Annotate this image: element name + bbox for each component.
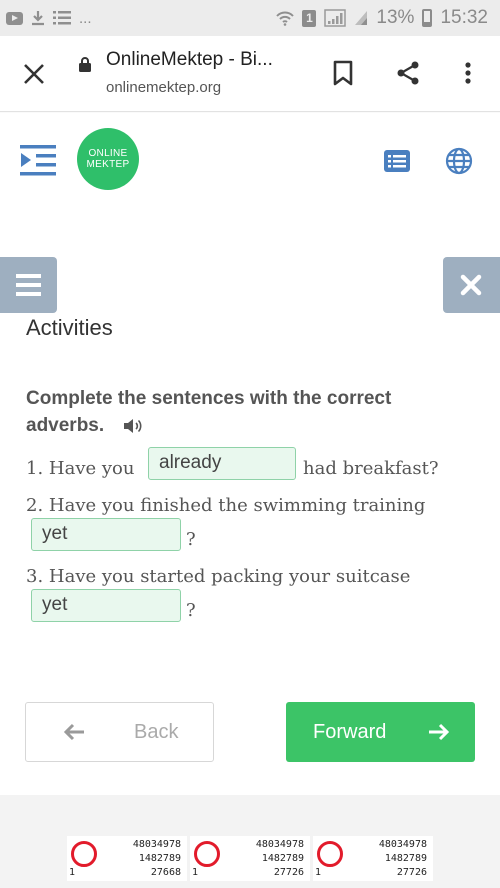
more-notifications: ... [79,9,92,27]
answer-field-1[interactable]: already [148,447,296,480]
menu-button[interactable] [0,257,57,313]
counter-line-2: 1482789 [384,853,427,864]
sim-badge: 1 [302,9,317,27]
ring-icon [71,841,97,867]
browser-toolbar: OnlineMektep - Bi... onlinemektep.org [0,36,500,112]
footer-counter-1: 48034978 1482789 27668 1 [67,836,187,881]
counter-line-2: 1482789 [138,853,181,864]
footer-counter-2: 48034978 1482789 27726 1 [190,836,310,881]
menu-indent-icon[interactable] [20,143,56,177]
counter-line-1: 48034978 [378,839,427,850]
list-view-icon[interactable] [382,146,412,176]
section-heading: Activities [26,315,113,340]
status-left: ... [6,7,92,29]
share-icon[interactable] [393,58,423,88]
answer-field-2[interactable]: yet [31,518,181,551]
counter-line-3: 27726 [396,867,427,878]
back-button[interactable]: Back [25,702,214,762]
counter-line-1: 48034978 [255,839,304,850]
download-icon [32,11,44,26]
counter-prefix: 1 [69,867,76,878]
clock: 15:32 [440,7,488,28]
ring-icon [194,841,220,867]
lock-icon [79,57,91,72]
counter-line-3: 27726 [273,867,304,878]
counter-line-2: 1482789 [261,853,304,864]
question-1-suffix: had breakfast? [303,458,439,479]
question-3-prefix: 3. Have you started packing your suitcas… [26,566,411,587]
forward-button[interactable]: Forward [286,702,475,762]
status-bar: ... 1 13% 15:32 [0,0,500,36]
url-host[interactable]: onlinemektep.org [106,79,221,96]
status-right: 1 13% 15:32 [276,6,488,30]
site-header: ONLINE MEKTEP [0,113,500,205]
arrow-left-icon [63,723,84,741]
question-3-suffix: ? [186,600,196,621]
question-1-prefix: 1. Have you [26,458,135,479]
signal-2-icon [355,11,368,25]
close-panel-button[interactable] [443,257,500,313]
answer-field-3[interactable]: yet [31,589,181,622]
question-2-suffix: ? [186,529,196,550]
list-icon [53,11,71,25]
logo[interactable]: ONLINE MEKTEP [77,128,139,190]
instruction-text: Complete the sentences with the correct … [26,388,392,436]
speaker-icon[interactable] [123,418,143,434]
battery-icon [422,9,433,27]
counter-prefix: 1 [192,867,199,878]
footer-counter-3: 48034978 1482789 27726 1 [313,836,433,881]
wifi-icon [276,11,295,26]
page-title[interactable]: OnlineMektep - Bi... [106,49,273,71]
close-icon [460,274,482,296]
logo-line-2: MEKTEP [86,159,130,170]
battery-percent: 13% [376,7,415,28]
counter-prefix: 1 [315,867,322,878]
ring-icon [317,841,343,867]
close-icon[interactable] [20,60,48,88]
question-2-prefix: 2. Have you finished the swimming traini… [26,495,426,516]
logo-line-1: ONLINE [88,148,128,159]
bookmark-icon[interactable] [328,58,358,88]
signal-icon [324,9,347,27]
back-label: Back [134,720,179,743]
globe-icon[interactable] [444,146,474,176]
instruction: Complete the sentences with the correct … [26,385,466,439]
counter-line-1: 48034978 [132,839,181,850]
youtube-icon [6,11,23,25]
counter-line-3: 27668 [150,867,181,878]
hamburger-icon [16,274,41,296]
forward-label: Forward [313,720,387,743]
more-vert-icon[interactable] [453,58,483,88]
arrow-right-icon [429,723,450,741]
